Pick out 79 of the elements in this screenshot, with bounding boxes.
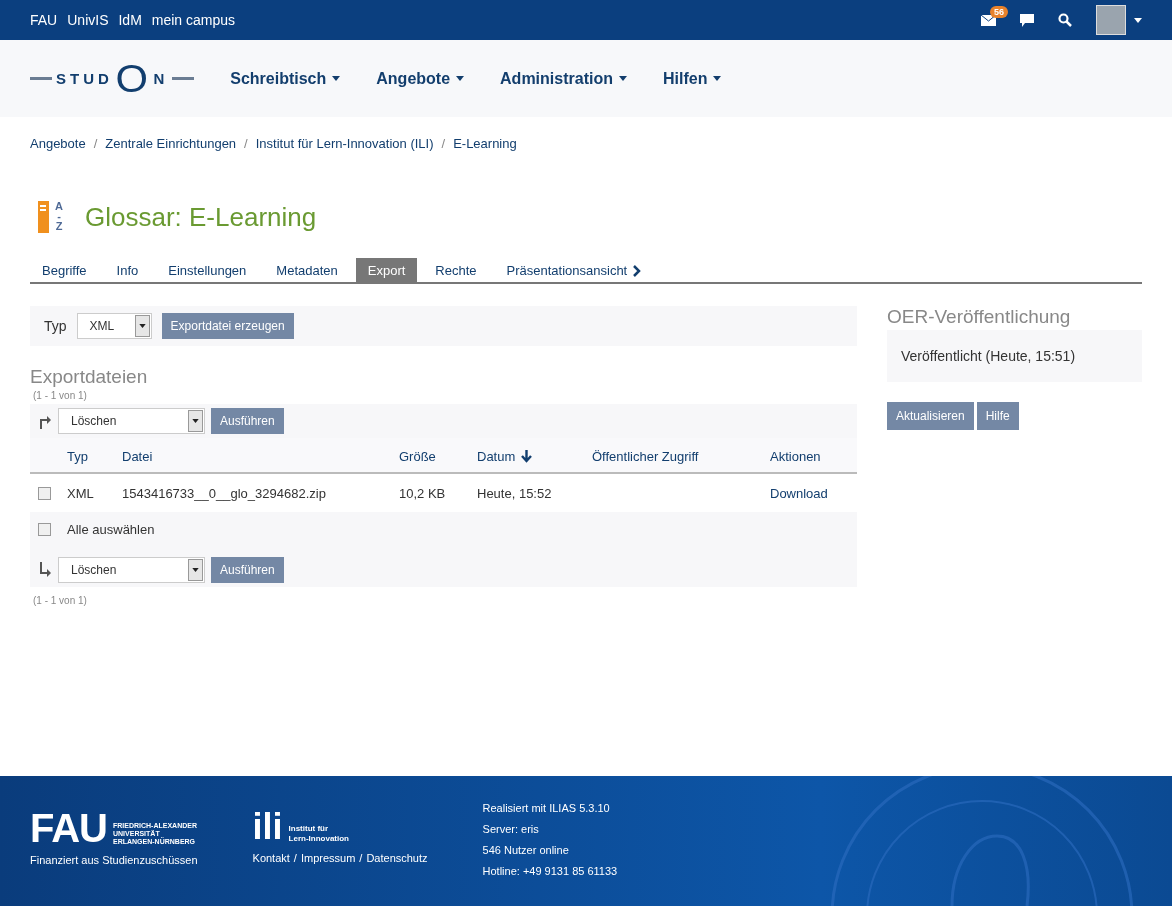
separator: / [441, 135, 446, 151]
sidebar-title: OER-Veröffentlichung [887, 306, 1072, 328]
top-link[interactable]: FAU [30, 12, 58, 28]
caret-icon [332, 76, 341, 81]
ili-logo: ili [252, 810, 283, 844]
turn-down-arrow-icon [38, 562, 52, 578]
separator: / [93, 135, 98, 151]
item-count: (1 - 1 von 1) [32, 390, 88, 401]
tab[interactable]: Rechte [423, 258, 489, 282]
action-select[interactable]: Löschen [58, 408, 205, 434]
column-header[interactable]: Datum [477, 438, 592, 474]
footer-link[interactable]: Impressum [300, 852, 356, 864]
table-cell: 10,2 KB [399, 485, 446, 501]
separator: / [359, 852, 363, 864]
chevron-right-icon [633, 264, 642, 277]
tab[interactable]: Präsentationsansicht [494, 258, 654, 282]
caret-icon [456, 76, 465, 81]
footer-link[interactable]: Kontakt [252, 852, 290, 864]
menu-item[interactable]: Hilfen [658, 69, 726, 88]
mail-icon[interactable] [981, 14, 996, 26]
footer-info: Server: eris [482, 823, 540, 835]
footer-link[interactable]: Datenschutz [366, 852, 428, 864]
caret-icon [192, 568, 199, 572]
caret-icon [138, 324, 146, 328]
action-select[interactable]: Löschen [58, 557, 205, 583]
sidebar-button[interactable]: Hilfe [976, 402, 1019, 430]
execute-button[interactable]: Ausführen [211, 408, 284, 434]
separator: / [244, 135, 248, 151]
caret-icon [192, 419, 199, 423]
tab[interactable]: Export [355, 258, 418, 282]
chat-icon[interactable] [1020, 13, 1034, 27]
menu-item[interactable]: Schreibtisch [226, 69, 345, 88]
top-link[interactable]: UnivIS [67, 12, 109, 28]
type-select[interactable]: XML [76, 313, 152, 339]
funding-text: Finanziert aus Studienzuschüssen [30, 854, 198, 866]
caret-icon[interactable] [1134, 17, 1142, 23]
section-title: Exportdateien [30, 366, 149, 388]
column-header[interactable]: Aktionen [770, 438, 857, 474]
item-count: (1 - 1 von 1) [32, 595, 88, 606]
create-export-button[interactable]: Exportdatei erzeugen [161, 313, 294, 339]
status-panel: Veröffentlicht (Heute, 15:51) [887, 330, 1142, 382]
footer-info: 546 Nutzer online [482, 844, 570, 856]
sort-down-arrow-icon [521, 449, 533, 463]
tab[interactable]: Info [104, 258, 151, 282]
unread-badge: 56 [990, 5, 1008, 18]
execute-button[interactable]: Ausführen [211, 557, 284, 583]
select-all-checkbox[interactable] [38, 523, 51, 536]
sidebar-button[interactable]: Aktualisieren [887, 402, 974, 430]
footer-info: Hotline: +49 9131 85 61133 [482, 865, 618, 877]
column-header[interactable]: Typ [67, 438, 122, 474]
turn-right-arrow-icon [38, 413, 52, 429]
select-all-label: Alle auswählen [67, 522, 155, 537]
tab[interactable]: Begriffe [30, 258, 99, 282]
caret-icon [618, 76, 627, 81]
top-link[interactable]: IdM [118, 12, 142, 28]
table-cell: 1543416733__0__glo_3294682.zip [122, 485, 326, 501]
column-header[interactable]: Datei [122, 438, 399, 474]
caret-icon [713, 76, 722, 81]
breadcrumb-link[interactable]: Institut für Lern-Innovation (ILI) [255, 135, 434, 151]
table-cell: XML [67, 485, 94, 501]
separator: / [293, 852, 297, 864]
column-header[interactable]: Öffentlicher Zugriff [592, 438, 770, 474]
table-cell: Heute, 15:52 [477, 485, 552, 501]
footer-info: Realisiert mit ILIAS 5.3.10 [482, 802, 611, 814]
institute-name: Institut für Lern-Innovation [288, 824, 349, 844]
type-label: Typ [44, 318, 67, 334]
menu-item[interactable]: Angebote [372, 69, 469, 88]
breadcrumb-link[interactable]: E-Learning [453, 135, 517, 151]
menu-item[interactable]: Administration [496, 69, 631, 88]
download-link[interactable]: Download [770, 485, 828, 501]
row-checkbox[interactable] [38, 486, 51, 500]
tab[interactable]: Einstellungen [156, 258, 259, 282]
breadcrumb-link[interactable]: Angebote [30, 135, 86, 151]
search-icon[interactable] [1058, 13, 1072, 27]
tab[interactable]: Metadaten [264, 258, 350, 282]
column-header[interactable]: Größe [399, 438, 477, 474]
top-link[interactable]: mein campus [151, 12, 236, 28]
page-title: Glossar: E-Learning [85, 201, 317, 233]
breadcrumb-link[interactable]: Zentrale Einrichtungen [105, 135, 237, 151]
